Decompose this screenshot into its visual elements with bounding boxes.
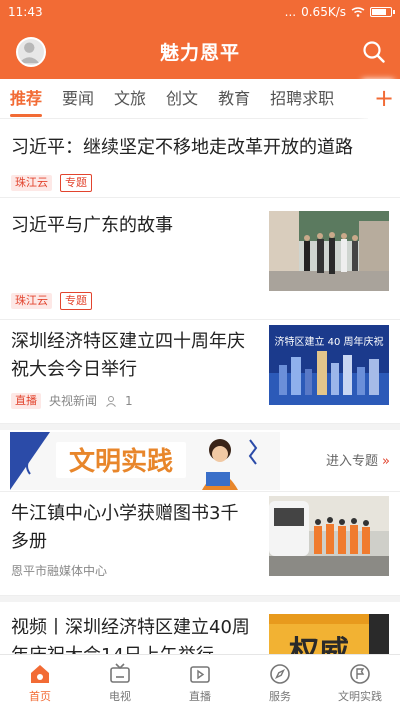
tab-civilization[interactable]: 创文: [156, 79, 208, 119]
news-thumbnail: [269, 496, 389, 576]
news-thumbnail: [269, 211, 389, 291]
page-title: 魅力恩平: [159, 42, 240, 64]
tv-icon: [110, 662, 130, 683]
thumb-caption: 权威: [288, 635, 349, 654]
user-icon: [106, 395, 116, 407]
news-item[interactable]: 牛江镇中心小学获赠图书3千多册 恩平市融媒体中心: [0, 492, 400, 596]
news-title: 视频丨深圳经济特区建立40周年庆祝大会14日上午举行: [11, 617, 250, 654]
source-tag: 珠江云: [11, 293, 52, 309]
news-meta: 珠江云 专题: [11, 292, 92, 310]
news-title: 习近平与广东的故事: [11, 215, 173, 236]
tab-culture-tourism[interactable]: 文旅: [104, 79, 156, 119]
news-meta: 恩平市融媒体中心: [11, 562, 107, 579]
status-right: ... 0.65K/s: [284, 5, 395, 19]
news-source: 央视新闻: [49, 394, 98, 408]
news-title: 习近平：继续坚定不移地走改革开放的道路: [11, 137, 353, 158]
news-item[interactable]: 深圳经济特区建立四十周年庆祝大会今日举行 直播 央视新闻 1 济特区建立 40 …: [0, 320, 400, 424]
nav-live[interactable]: 直播: [160, 655, 240, 711]
tab-jobs[interactable]: 招聘求职: [260, 79, 344, 119]
nav-label: 文明实践: [338, 689, 382, 703]
search-icon[interactable]: [362, 40, 386, 64]
view-count: 1: [125, 393, 133, 408]
app-header: 魅力恩平: [0, 24, 400, 79]
tab-headlines[interactable]: 要闻: [52, 79, 104, 119]
banner-title: 文明实践: [69, 446, 173, 477]
news-meta: 直播 央视新闻 1: [11, 392, 133, 409]
nav-label: 直播: [189, 689, 211, 703]
news-title: 深圳经济特区建立四十周年庆祝大会今日举行: [11, 331, 245, 380]
add-tab-button[interactable]: +: [368, 79, 400, 119]
news-source: 恩平市融媒体中心: [11, 564, 108, 578]
topic-banner[interactable]: 文明实践 进入专题»: [0, 430, 400, 492]
enter-topic-label: 进入专题: [326, 454, 379, 469]
live-icon: [190, 665, 210, 683]
topic-tag: 专题: [60, 292, 92, 310]
status-signal: ...: [284, 5, 297, 19]
status-time: 11:43: [8, 5, 43, 19]
news-title: 牛江镇中心小学获赠图书3千多册: [11, 503, 239, 552]
live-tag: 直播: [11, 392, 41, 409]
status-bar: 11:43 ... 0.65K/s: [0, 0, 400, 24]
compass-icon: [270, 663, 290, 684]
avatar-icon: [18, 42, 40, 64]
home-icon: [31, 664, 49, 683]
avatar[interactable]: [16, 37, 46, 67]
nav-home[interactable]: 首页: [0, 655, 80, 711]
news-meta: 珠江云 专题: [11, 174, 92, 192]
banner-art: 文明实践: [10, 432, 280, 490]
tab-recommend[interactable]: 推荐: [0, 79, 52, 119]
nav-civilization[interactable]: 文明实践: [320, 655, 400, 711]
tab-education[interactable]: 教育: [208, 79, 260, 119]
thumb-caption: 济特区建立 40 周年庆祝: [274, 335, 383, 348]
double-chevron-icon: »: [382, 454, 390, 469]
nav-label: 首页: [29, 689, 51, 703]
news-thumbnail: 济特区建立 40 周年庆祝: [269, 325, 389, 405]
source-tag: 珠江云: [11, 175, 52, 191]
nav-service[interactable]: 服务: [240, 655, 320, 711]
news-item[interactable]: 视频丨深圳经济特区建立40周年庆祝大会14日上午举行 权威: [0, 602, 400, 654]
flag-icon: [350, 663, 370, 684]
battery-icon: [370, 7, 395, 17]
nav-label: 电视: [109, 689, 131, 703]
status-speed: 0.65K/s: [301, 5, 346, 19]
bottom-nav: 首页 电视 直播 服务 文明实践: [0, 654, 400, 711]
nav-label: 服务: [269, 689, 291, 703]
news-thumbnail: 权威: [269, 614, 389, 654]
news-item[interactable]: 习近平与广东的故事 珠江云 专题: [0, 198, 400, 320]
wifi-icon: [351, 7, 365, 17]
enter-topic-link[interactable]: 进入专题»: [326, 450, 390, 469]
news-item[interactable]: 习近平：继续坚定不移地走改革开放的道路 珠江云 专题: [0, 120, 400, 198]
category-tabs: 推荐 要闻 文旅 创文 教育 招聘求职 +: [0, 79, 400, 119]
news-feed: 习近平：继续坚定不移地走改革开放的道路 珠江云 专题 习近平与广东的故事 珠江云…: [0, 120, 400, 654]
nav-tv[interactable]: 电视: [80, 655, 160, 711]
topic-tag: 专题: [60, 174, 92, 192]
